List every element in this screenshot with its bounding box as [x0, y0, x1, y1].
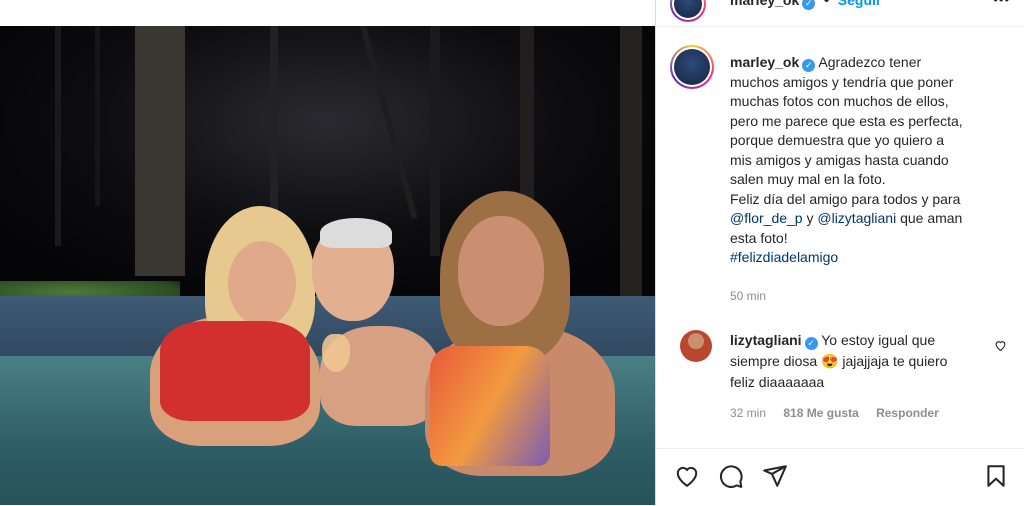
- reply-button[interactable]: Responder: [876, 406, 939, 420]
- post-time[interactable]: 50 min: [730, 287, 1010, 307]
- action-bar: [656, 448, 1024, 506]
- caption-line: porque demuestra que yo quiero a: [730, 132, 945, 148]
- comment-time: 32 min: [730, 406, 767, 420]
- comment-text: feliz diaaaaaaa: [730, 374, 825, 390]
- comment-meta: 32 min 818 Me gusta Responder: [730, 406, 953, 420]
- person-left-face: [228, 241, 296, 326]
- comment-text: jajajjaja te quiero: [838, 353, 948, 369]
- comment-avatar[interactable]: [680, 330, 712, 362]
- caption-line: Agradezco tener: [818, 54, 922, 70]
- share-icon[interactable]: [762, 463, 788, 489]
- verified-badge-icon: ✓: [804, 337, 818, 350]
- comment-username[interactable]: lizytagliani: [730, 332, 802, 348]
- person-middle-hair: [320, 218, 392, 248]
- caption-avatar[interactable]: [670, 45, 714, 89]
- heart-icon[interactable]: [674, 463, 700, 489]
- person-right-face: [458, 216, 544, 326]
- caption-username[interactable]: marley_ok: [730, 54, 799, 70]
- caption-line: Feliz día del amigo para todos y para: [730, 190, 961, 207]
- person-left-top: [160, 321, 310, 421]
- post-header: marley_ok✓ • Seguir •••: [656, 0, 1024, 27]
- post-caption: marley_ok ✓ Agradezco tener muchos amigos…: [730, 53, 1010, 306]
- more-options-icon[interactable]: •••: [993, 0, 1010, 7]
- mention-link[interactable]: @lizytagliani: [817, 210, 896, 226]
- wine-glass: [322, 334, 350, 372]
- post-photo-area: [0, 0, 655, 505]
- caption-line: mis amigos y amigas hasta cuando: [730, 151, 949, 168]
- caption-line: pero me parece que esta es perfecta,: [730, 112, 963, 129]
- separator-dot: •: [823, 0, 830, 9]
- comment-text: siempre diosa: [730, 353, 822, 369]
- caption-line: muchas fotos con muchos de ellos,: [730, 93, 949, 109]
- person-right-swimsuit: [430, 346, 550, 466]
- heart-eyes-emoji: 😍: [821, 353, 839, 369]
- bookmark-icon[interactable]: [983, 463, 1009, 489]
- verified-badge-icon: ✓: [802, 59, 816, 72]
- follow-button[interactable]: Seguir: [838, 0, 882, 8]
- verified-badge-icon: ✓: [802, 0, 816, 10]
- caption-text: y: [802, 210, 818, 226]
- post-photo[interactable]: [0, 26, 655, 505]
- small-heart-icon[interactable]: [994, 339, 1007, 352]
- header-username[interactable]: marley_ok: [730, 0, 799, 8]
- caption-line: muchos amigos y tendría que poner: [730, 73, 954, 90]
- comment: lizytagliani ✓ Yo estoy igual que siempre…: [730, 330, 980, 393]
- hashtag-link[interactable]: #felizdiadelamigo: [730, 249, 838, 265]
- comment-likes[interactable]: 818 Me gusta: [783, 406, 858, 420]
- mention-link[interactable]: @flor_de_p: [730, 210, 803, 226]
- header-avatar[interactable]: [670, 0, 706, 22]
- post-side-panel: marley_ok✓ • Seguir ••• marley_ok✓ Agrad…: [655, 0, 1024, 505]
- caption-line: salen muy mal en la foto.: [730, 171, 886, 187]
- comment-icon[interactable]: [718, 463, 744, 489]
- caption-text: esta foto!: [730, 229, 788, 246]
- caption-text: que aman: [896, 210, 963, 226]
- comment-text: Yo estoy igual que: [821, 332, 936, 348]
